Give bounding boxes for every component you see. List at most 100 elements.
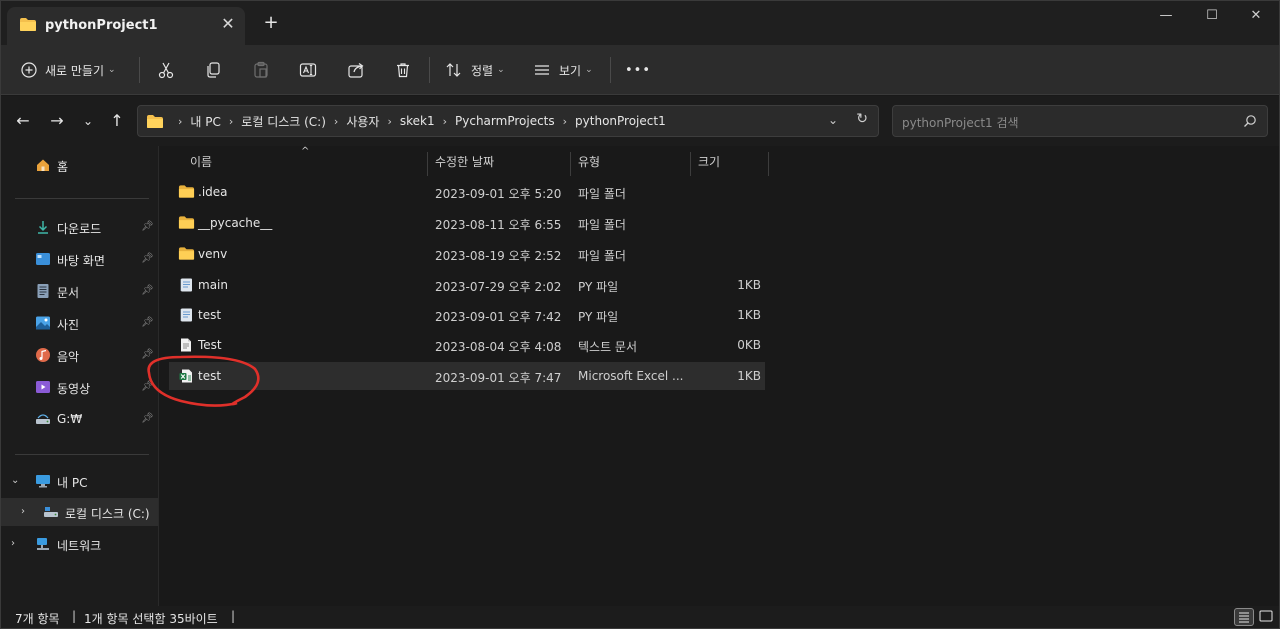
sidebar-item-this-pc[interactable]: ⌄ 내 PC <box>1 467 158 495</box>
copy-icon <box>207 62 220 78</box>
breadcrumb-item[interactable]: skek1 <box>400 114 435 128</box>
status-divider: | <box>231 609 236 623</box>
copy-button[interactable] <box>204 45 222 95</box>
file-row[interactable]: Test 2023-08-04 오후 4:08 텍스트 문서 0KB <box>169 331 765 359</box>
videos-icon <box>35 379 51 395</box>
column-header-modified[interactable]: 수정한 날짜 <box>435 153 494 170</box>
status-bar: 7개 항목 | 1개 항목 선택함 35바이트 | <box>1 606 1279 628</box>
column-resize-handle[interactable] <box>427 152 428 176</box>
sidebar-item-home[interactable]: 홈 <box>1 151 158 179</box>
breadcrumb-item[interactable]: 사용자 <box>346 113 379 130</box>
pin-icon: 📌︎ <box>141 285 154 296</box>
large-icons-view-button[interactable] <box>1257 608 1277 626</box>
sidebar-item-downloads[interactable]: 다운로드 📌︎ <box>1 213 158 241</box>
download-icon <box>35 219 51 235</box>
new-button[interactable]: 새로 만들기 ⌄ <box>21 45 116 95</box>
back-arrow-icon[interactable]: ← <box>11 110 35 132</box>
column-resize-handle[interactable] <box>768 152 769 176</box>
file-type: 텍스트 문서 <box>578 340 638 354</box>
delete-button[interactable] <box>394 45 412 95</box>
details-view-button[interactable] <box>1234 608 1254 626</box>
local-disk-icon <box>43 504 59 520</box>
file-row[interactable]: .idea 2023-09-01 오후 5:20 파일 폴더 <box>169 178 765 206</box>
view-lines-icon <box>535 65 549 75</box>
minimize-button[interactable]: — <box>1143 1 1189 33</box>
close-window-button[interactable]: ✕ <box>1233 1 1279 33</box>
search-input[interactable]: pythonProject1 검색 <box>892 105 1268 137</box>
breadcrumb-chevron-icon[interactable]: › <box>563 115 567 128</box>
breadcrumb-item[interactable]: 로컬 디스크 (C:) <box>241 113 326 130</box>
divider <box>610 57 611 83</box>
file-modified: 2023-09-01 오후 7:42 <box>435 310 562 324</box>
sort-button[interactable]: 정렬 ⌄ <box>445 45 505 95</box>
file-row[interactable]: test 2023-09-01 오후 7:42 PY 파일 1KB <box>169 301 765 329</box>
breadcrumb-chevron-icon[interactable]: › <box>334 115 338 128</box>
chevron-down-icon[interactable]: ⌄ <box>11 475 19 486</box>
breadcrumb-chevron-icon[interactable]: › <box>443 115 447 128</box>
file-row-selected[interactable]: test 2023-09-01 오후 7:47 Microsoft Excel … <box>169 362 765 390</box>
cut-button[interactable] <box>157 45 175 95</box>
sidebar-item-local-disk[interactable]: › 로컬 디스크 (C:) <box>1 498 158 526</box>
file-size: 1KB <box>737 369 761 383</box>
sidebar-item-network-drive[interactable]: G:₩ 📌︎ <box>1 405 158 433</box>
column-header-size[interactable]: 크기 <box>698 153 720 170</box>
file-modified: 2023-09-01 오후 5:20 <box>435 187 562 201</box>
recent-locations-chevron-icon[interactable]: ⌄ <box>76 110 100 132</box>
breadcrumb-item[interactable]: pythonProject1 <box>575 114 666 128</box>
close-tab-icon[interactable]: ✕ <box>219 15 237 33</box>
maximize-button[interactable]: ☐ <box>1189 1 1235 33</box>
chevron-right-icon[interactable]: › <box>21 506 25 517</box>
sidebar-item-network[interactable]: › 네트워크 <box>1 530 158 558</box>
forward-arrow-icon[interactable]: → <box>45 110 69 132</box>
breadcrumb-item[interactable]: PycharmProjects <box>455 114 555 128</box>
file-name: .idea <box>198 185 228 199</box>
selection-info: 1개 항목 선택함 35바이트 <box>84 612 218 626</box>
search-icon[interactable] <box>1243 114 1257 131</box>
new-button-label: 새로 만들기 <box>45 63 105 78</box>
divider <box>15 454 149 455</box>
network-drive-icon <box>35 411 51 427</box>
item-count: 7개 항목 <box>15 612 60 626</box>
plus-circle-icon <box>21 62 37 78</box>
column-resize-handle[interactable] <box>690 152 691 176</box>
file-type: PY 파일 <box>578 310 619 324</box>
column-resize-handle[interactable] <box>570 152 571 176</box>
pin-icon: 📌︎ <box>141 317 154 328</box>
column-header-name[interactable]: 이름 <box>190 153 212 170</box>
refresh-icon[interactable]: ↻ <box>856 111 868 127</box>
rename-button[interactable] <box>299 45 317 95</box>
view-button[interactable]: 보기 ⌄ <box>533 45 593 95</box>
up-arrow-icon[interactable]: ↑ <box>105 110 129 132</box>
column-header-type[interactable]: 유형 <box>578 153 600 170</box>
address-row: ← → ⌄ ↑ › 내 PC › 로컬 디스크 (C:) › 사용자 › ske… <box>1 96 1279 146</box>
search-placeholder: pythonProject1 검색 <box>902 116 1019 130</box>
pin-icon: 📌︎ <box>141 349 154 360</box>
sidebar-item-label: 음악 <box>57 350 80 364</box>
breadcrumb-item[interactable]: 내 PC <box>190 113 220 130</box>
breadcrumb-chevron-icon[interactable]: › <box>387 115 391 128</box>
file-explorer-window: pythonProject1 ✕ + — ☐ ✕ 새로 만들기 ⌄ 정렬 ⌄ 보… <box>0 0 1280 629</box>
sidebar-item-desktop[interactable]: 바탕 화면 📌︎ <box>1 245 158 273</box>
more-options-button[interactable]: ••• <box>625 45 651 95</box>
sidebar-item-videos[interactable]: 동영상 📌︎ <box>1 373 158 401</box>
trash-icon <box>397 63 409 78</box>
tab-pythonproject1[interactable]: pythonProject1 ✕ <box>7 7 245 45</box>
breadcrumb-chevron-icon[interactable]: › <box>178 115 182 128</box>
share-button[interactable] <box>347 45 365 95</box>
file-row[interactable]: main 2023-07-29 오후 2:02 PY 파일 1KB <box>169 271 765 299</box>
sidebar-item-pictures[interactable]: 사진 📌︎ <box>1 309 158 337</box>
chevron-right-icon[interactable]: › <box>11 538 15 549</box>
sidebar-item-documents[interactable]: 문서 📌︎ <box>1 277 158 305</box>
file-row[interactable]: venv 2023-08-19 오후 2:52 파일 폴더 <box>169 240 765 268</box>
address-history-chevron-icon[interactable]: ⌄ <box>828 113 838 127</box>
address-bar[interactable]: › 내 PC › 로컬 디스크 (C:) › 사용자 › skek1 › Pyc… <box>137 105 879 137</box>
sidebar-item-music[interactable]: 음악 📌︎ <box>1 341 158 369</box>
paste-button[interactable] <box>252 45 270 95</box>
file-name: __pycache__ <box>198 216 273 230</box>
new-tab-button[interactable]: + <box>261 13 281 33</box>
breadcrumb-chevron-icon[interactable]: › <box>229 115 233 128</box>
file-row[interactable]: __pycache__ 2023-08-11 오후 6:55 파일 폴더 <box>169 209 765 237</box>
sidebar-item-label: 홈 <box>57 160 69 174</box>
divider <box>15 198 149 199</box>
file-modified: 2023-08-19 오후 2:52 <box>435 249 562 263</box>
